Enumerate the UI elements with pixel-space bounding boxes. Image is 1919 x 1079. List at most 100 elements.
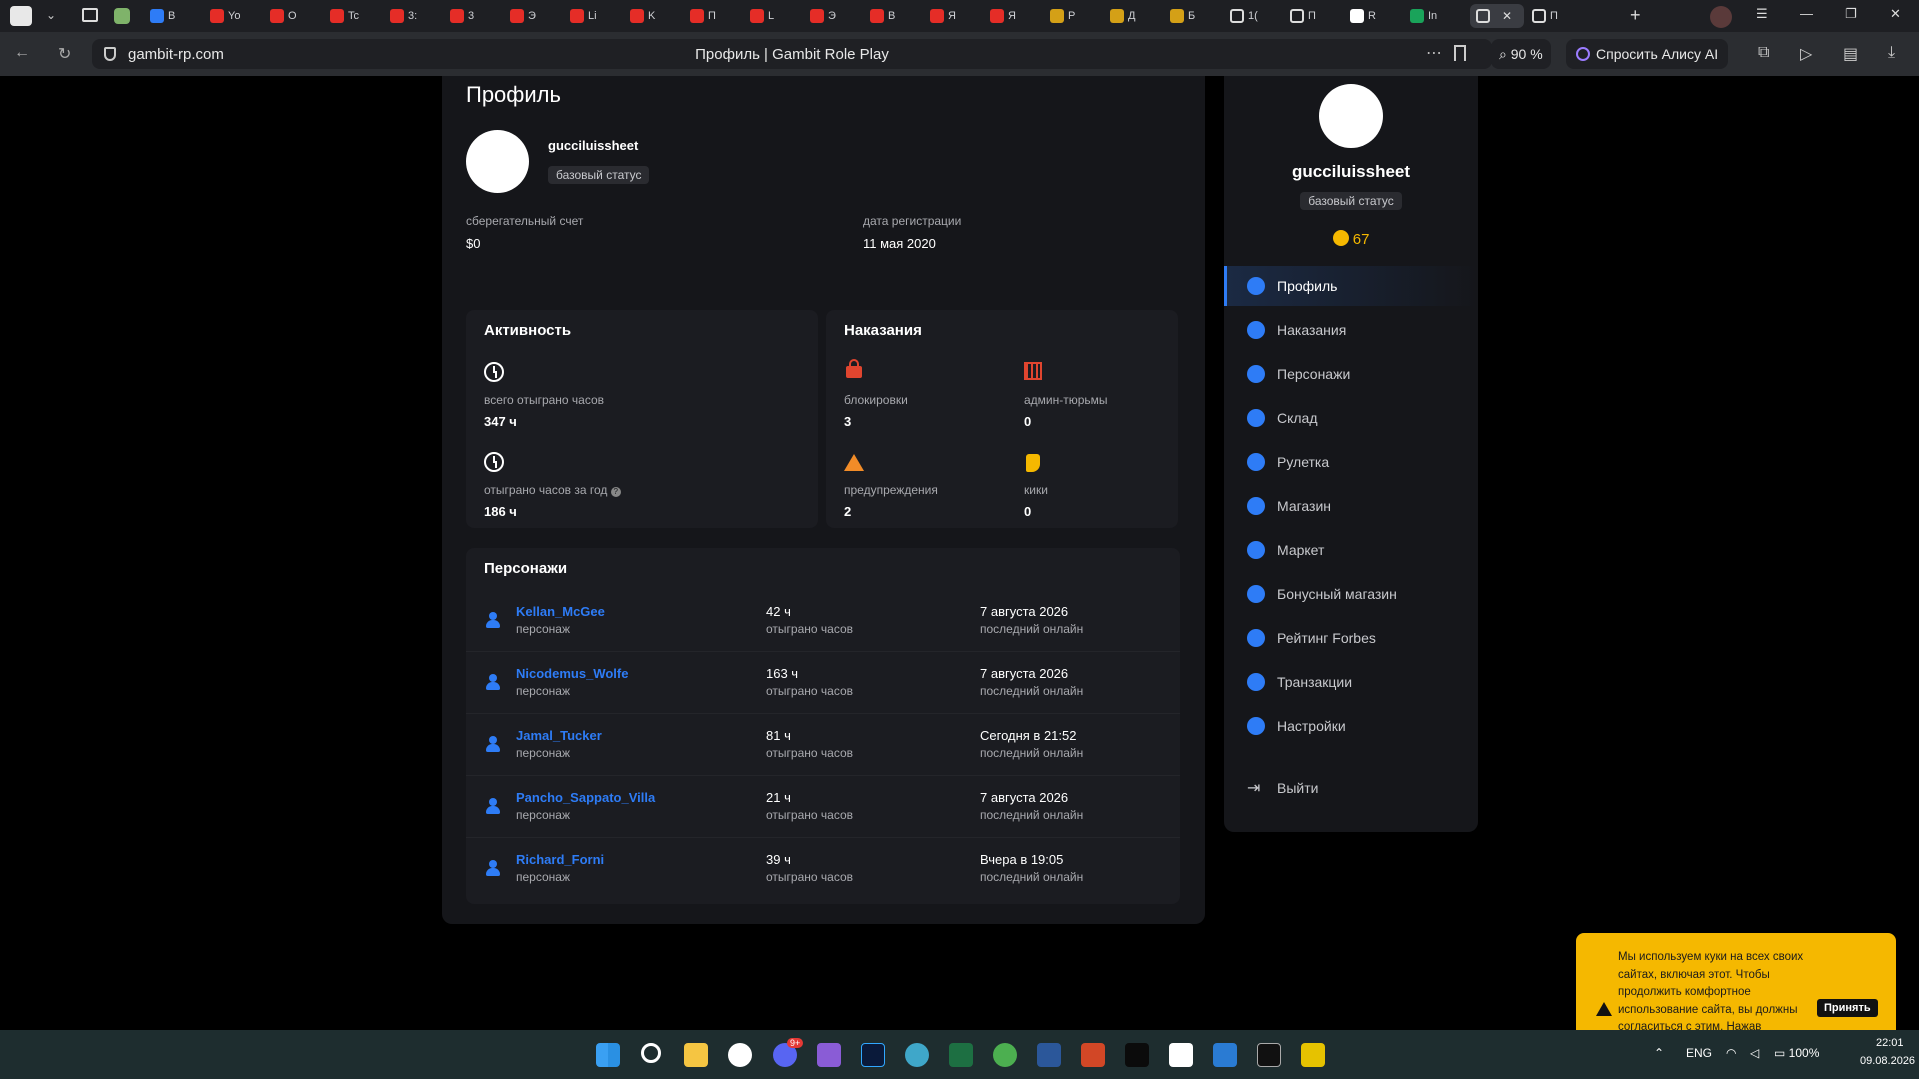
browser-tab[interactable]: П — [1532, 4, 1576, 28]
window-app-icon[interactable] — [1213, 1043, 1237, 1067]
close-window-button[interactable]: ✕ — [1890, 6, 1901, 22]
browser-tab[interactable]: Tc — [330, 4, 374, 28]
browser-tab[interactable]: Yo — [210, 4, 254, 28]
incy-app-icon[interactable] — [1125, 1043, 1149, 1067]
character-last-online: 7 августа 2026 — [980, 604, 1069, 619]
characters-title: Персонажи — [484, 560, 568, 577]
browser-tab[interactable]: R — [1350, 4, 1394, 28]
game-launcher-icon[interactable] — [1301, 1043, 1325, 1067]
zoom-indicator[interactable]: ⌕ 90 % — [1491, 39, 1551, 69]
browser-tab[interactable]: 1( — [1230, 4, 1274, 28]
youtube-icon — [810, 9, 824, 23]
windows-start-icon[interactable] — [596, 1043, 620, 1067]
browser-tab[interactable]: Б — [1170, 4, 1214, 28]
tab-label: Я — [1008, 10, 1016, 22]
user-circle-icon — [1247, 277, 1265, 295]
browser-tab[interactable]: Li — [570, 4, 614, 28]
powerpoint-icon[interactable] — [1081, 1043, 1105, 1067]
sidebar-item-8[interactable]: Бонусный магазин — [1224, 574, 1478, 614]
photoshop-icon[interactable] — [861, 1043, 885, 1067]
back-icon[interactable]: ← — [14, 44, 30, 62]
reader-icon[interactable] — [82, 8, 98, 22]
browser-tab[interactable]: Э — [510, 4, 554, 28]
feather-app-icon[interactable] — [817, 1043, 841, 1067]
extension-tab-icon[interactable] — [114, 8, 130, 24]
browser-tab[interactable]: L — [750, 4, 794, 28]
restore-button[interactable]: ❐ — [1845, 6, 1857, 22]
browser-tab[interactable]: B — [150, 4, 194, 28]
chevron-down-icon[interactable]: ⌄ — [46, 8, 56, 22]
media-icon[interactable]: ▷ — [1800, 44, 1812, 64]
sidebar-item-10[interactable]: Транзакции — [1224, 662, 1478, 702]
logout-icon: ⇥ — [1247, 780, 1261, 797]
character-name-link[interactable]: Jamal_Tucker — [516, 728, 602, 743]
character-name-link[interactable]: Richard_Forni — [516, 852, 604, 867]
sidebar-item-1[interactable]: Профиль — [1224, 266, 1478, 306]
close-tab-icon[interactable]: ✕ — [1502, 9, 1512, 23]
language-indicator[interactable]: ENG — [1686, 1046, 1712, 1060]
browser-tab[interactable]: K — [630, 4, 674, 28]
sidebar-item-7[interactable]: Маркет — [1224, 530, 1478, 570]
clock-time[interactable]: 22:01 — [1876, 1037, 1904, 1049]
yandex-browser-icon[interactable] — [728, 1043, 752, 1067]
gold-icon — [1050, 9, 1064, 23]
clock-date[interactable]: 09.08.2026 — [1860, 1055, 1915, 1067]
account-avatar[interactable] — [1710, 6, 1732, 28]
sidebar-item-2[interactable]: Наказания — [1224, 310, 1478, 350]
sidebar-item-3[interactable]: Персонажи — [1224, 354, 1478, 394]
gambit-app-icon[interactable] — [1257, 1043, 1281, 1067]
browser-tab[interactable]: In — [1410, 4, 1454, 28]
download-icon[interactable]: ⤓ — [1888, 44, 1895, 62]
accept-cookies-button[interactable]: Принять — [1817, 999, 1878, 1017]
speaker-icon[interactable] — [10, 6, 32, 26]
browser-tab[interactable]: P — [1050, 4, 1094, 28]
browser-tab[interactable]: Я — [990, 4, 1034, 28]
sidebar-item-4[interactable]: Склад — [1224, 398, 1478, 438]
browser-tab[interactable]: Э — [810, 4, 854, 28]
browser-tab[interactable]: Д — [1110, 4, 1154, 28]
browser-tab[interactable]: П — [690, 4, 734, 28]
sidebar-item-6[interactable]: Магазин — [1224, 486, 1478, 526]
minimize-button[interactable]: — — [1800, 6, 1813, 21]
sidebar-item-11[interactable]: Настройки — [1224, 706, 1478, 746]
page-heading: Профиль — [466, 82, 561, 107]
search-icon[interactable] — [641, 1043, 661, 1063]
warnings-label: предупреждения — [844, 483, 938, 497]
new-tab-button[interactable]: + — [1630, 5, 1641, 26]
browser-tab[interactable]: 3: — [390, 4, 434, 28]
menu-icon[interactable]: ☰ — [1756, 6, 1768, 22]
character-name-link[interactable]: Pancho_Sappato_Villa — [516, 790, 655, 805]
person-icon — [486, 798, 500, 814]
volume-icon[interactable]: ◁ — [1750, 1046, 1759, 1060]
browser-tab[interactable]: 3 — [450, 4, 494, 28]
collections-icon[interactable]: ▤ — [1843, 44, 1858, 64]
extensions-icon[interactable]: ⧉ — [1758, 44, 1769, 62]
plus-app-icon[interactable] — [1169, 1043, 1193, 1067]
profile-card: Профиль gucciluissheet базовый статус сб… — [442, 76, 1205, 924]
wifi-icon[interactable]: ◠ — [1726, 1046, 1736, 1060]
ask-alice-button[interactable]: Спросить Алису AI — [1566, 39, 1729, 69]
logout-button[interactable]: ⇥ Выйти — [1224, 768, 1478, 808]
youtube-icon — [690, 9, 704, 23]
sidebar-item-5[interactable]: Рулетка — [1224, 442, 1478, 482]
battery-indicator[interactable]: ▭ 100% — [1774, 1046, 1819, 1060]
file-explorer-icon[interactable] — [684, 1043, 708, 1067]
sidebar-item-9[interactable]: Рейтинг Forbes — [1224, 618, 1478, 658]
globe-app-icon[interactable] — [905, 1043, 929, 1067]
help-icon[interactable]: ? — [610, 487, 621, 497]
excel-icon[interactable] — [949, 1043, 973, 1067]
browser-tab[interactable]: Я — [930, 4, 974, 28]
character-name-link[interactable]: Kellan_McGee — [516, 604, 605, 619]
browser-tab[interactable]: B — [870, 4, 914, 28]
more-icon[interactable]: ⋯ — [1426, 43, 1442, 63]
bookmark-icon[interactable] — [1454, 45, 1466, 61]
character-name-link[interactable]: Nicodemus_Wolfe — [516, 666, 628, 681]
url-box[interactable]: gambit-rp.com Профиль | Gambit Role Play… — [92, 39, 1492, 69]
browser-tab[interactable]: O — [270, 4, 314, 28]
reload-icon[interactable]: ↻ — [58, 44, 71, 64]
tray-expand-icon[interactable]: ⌃ — [1654, 1046, 1664, 1060]
utorrent-icon[interactable] — [993, 1043, 1017, 1067]
browser-tab[interactable]: ✕ — [1470, 4, 1524, 28]
word-icon[interactable] — [1037, 1043, 1061, 1067]
browser-tab[interactable]: П — [1290, 4, 1334, 28]
